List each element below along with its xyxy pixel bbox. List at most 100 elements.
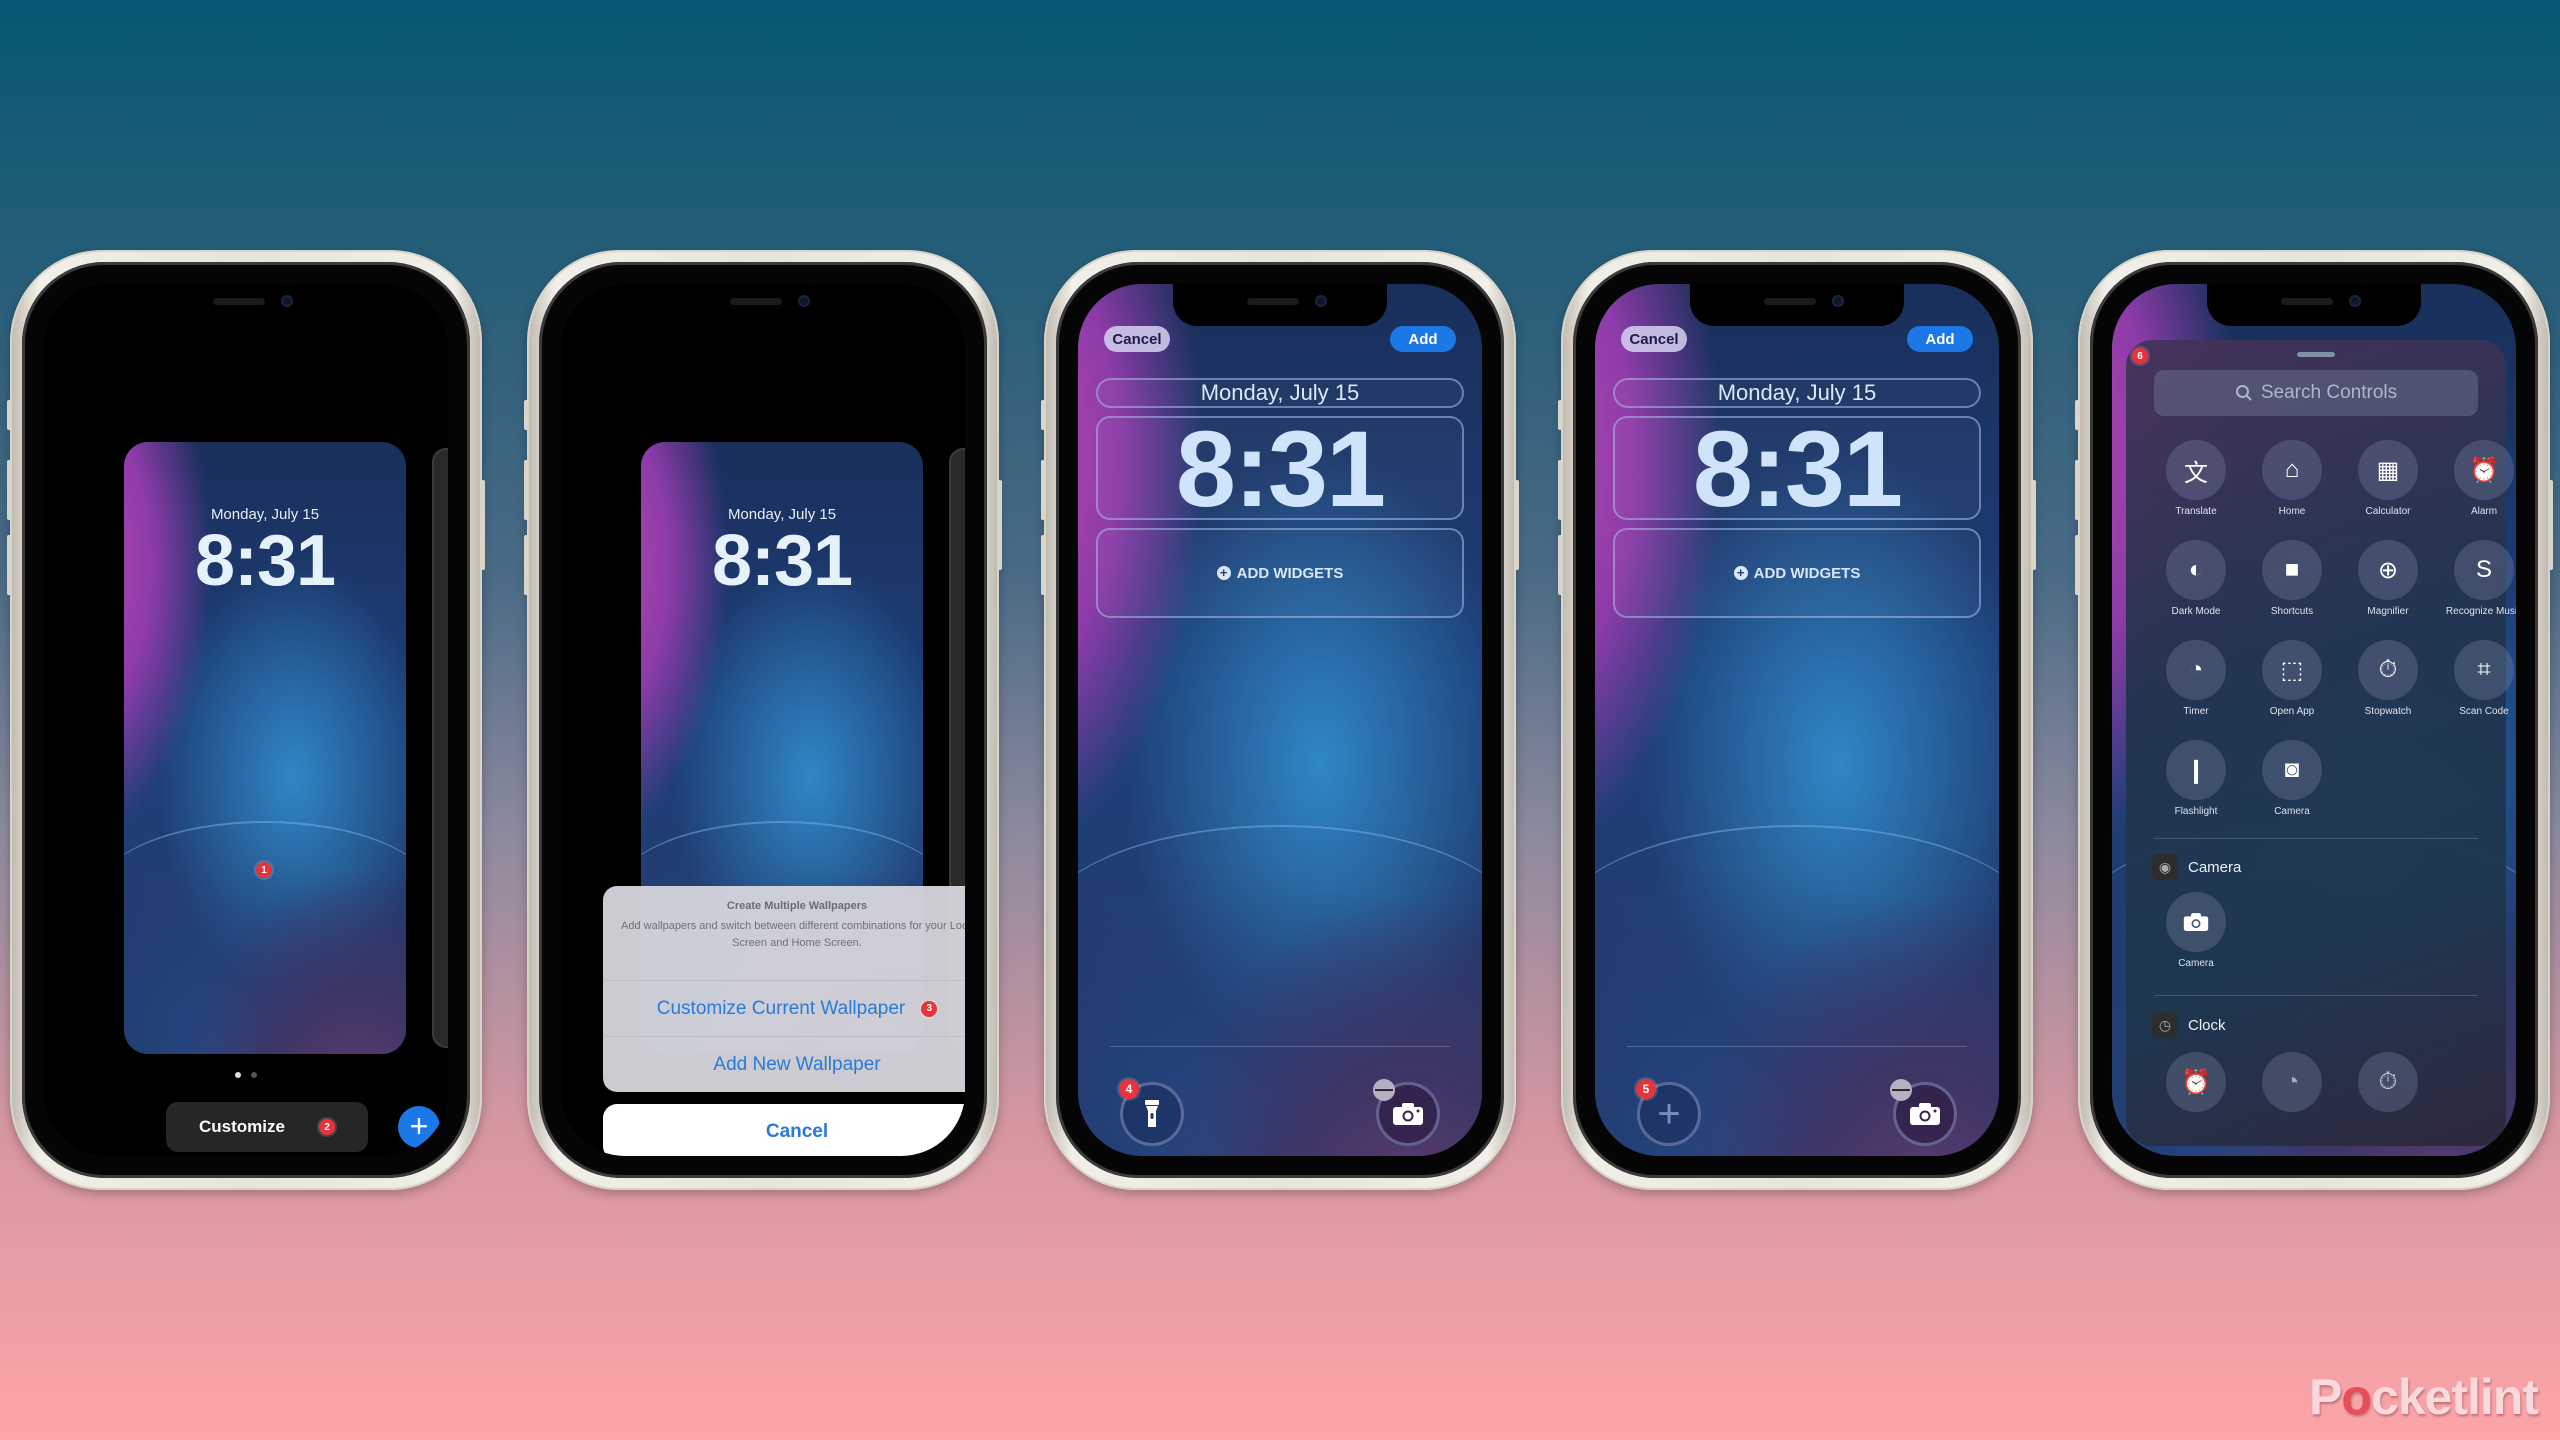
action-sheet: Create Multiple Wallpapers Add wallpaper… bbox=[603, 886, 965, 1092]
side-button bbox=[7, 400, 12, 430]
side-button bbox=[1514, 480, 1519, 570]
lock-date: Monday, July 15 bbox=[1717, 380, 1877, 405]
control-shortcuts[interactable]: ■ Shortcuts bbox=[2244, 540, 2340, 630]
add-control-button[interactable]: 5 + bbox=[1636, 1079, 1701, 1146]
speaker bbox=[730, 298, 782, 305]
cancel-button[interactable]: Cancel bbox=[1621, 326, 1687, 352]
control-camera[interactable]: ◙ Camera bbox=[2244, 740, 2340, 830]
side-button bbox=[997, 480, 1002, 570]
dark-mode-icon: ◐ bbox=[2166, 540, 2226, 600]
control-calculator[interactable]: ▦ Calculator bbox=[2340, 440, 2436, 530]
lock-time: 8:31 bbox=[711, 521, 853, 601]
wallpaper-card[interactable]: Monday, July 15 8:31 1 bbox=[124, 442, 406, 1054]
next-wallpaper-card[interactable] bbox=[432, 448, 448, 1048]
lock-time: 8:31 bbox=[1175, 407, 1386, 529]
notch bbox=[2207, 284, 2421, 326]
control-label: Dark Mode bbox=[2171, 606, 2221, 617]
side-button bbox=[1041, 460, 1046, 520]
remove-control-button[interactable]: — bbox=[1890, 1079, 1912, 1101]
notch bbox=[1173, 284, 1387, 326]
control-label: Translate bbox=[2175, 506, 2217, 517]
customize-current-wallpaper-button[interactable]: Customize Current Wallpaper 3 bbox=[603, 980, 965, 1036]
screen: Cancel Add Monday, July 15 8:31 + ADD WID… bbox=[1595, 284, 1999, 1156]
flashlight-control[interactable]: 4 bbox=[1119, 1079, 1184, 1146]
side-button bbox=[2075, 535, 2080, 595]
add-new-label: Add New Wallpaper bbox=[713, 1053, 881, 1075]
side-button bbox=[1041, 400, 1046, 430]
page-dot[interactable] bbox=[235, 1072, 241, 1078]
speaker bbox=[1764, 298, 1816, 305]
control-alarm[interactable]: ⏰ bbox=[2148, 1052, 2244, 1112]
video-icon: ■ bbox=[2262, 540, 2322, 600]
front-camera bbox=[2349, 295, 2361, 307]
cancel-button[interactable]: Cancel bbox=[1104, 326, 1170, 352]
date-widget-slot[interactable]: Monday, July 15 bbox=[1613, 378, 1981, 408]
side-button bbox=[524, 460, 529, 520]
phone-2-action-sheet: Monday, July 15 8:31 Create Multiple Wal… bbox=[524, 250, 1002, 1190]
add-widgets-label: ADD WIDGETS bbox=[1236, 564, 1344, 582]
step-badge: 3 bbox=[921, 1000, 938, 1017]
notch bbox=[1690, 284, 1904, 326]
add-widgets-slot[interactable]: + ADD WIDGETS bbox=[1613, 528, 1981, 618]
control-label: Home bbox=[2278, 506, 2306, 517]
step-badge: 4 bbox=[1119, 1079, 1139, 1099]
search-icon bbox=[2235, 385, 2252, 401]
control-timer[interactable]: ◔ Timer bbox=[2148, 640, 2244, 730]
control-translate[interactable]: 文 Translate bbox=[2148, 440, 2244, 530]
customize-current-label: Customize Current Wallpaper bbox=[656, 997, 906, 1019]
add-button[interactable]: Add bbox=[1390, 326, 1456, 352]
side-button bbox=[480, 480, 485, 570]
control-stopwatch[interactable]: ⏱ bbox=[2340, 1052, 2436, 1112]
control-label: Recognize Music bbox=[2445, 606, 2516, 617]
divider bbox=[1627, 1046, 1967, 1047]
side-button bbox=[2075, 460, 2080, 520]
sheet-cancel-button[interactable]: Cancel bbox=[603, 1104, 965, 1156]
control-open-app[interactable]: ⬚ Open App bbox=[2244, 640, 2340, 730]
side-button bbox=[524, 535, 529, 595]
sheet-grabber[interactable] bbox=[2297, 352, 2335, 357]
control-stopwatch[interactable]: ⏱ Stopwatch bbox=[2340, 640, 2436, 730]
add-widgets-slot[interactable]: + ADD WIDGETS bbox=[1096, 528, 1464, 618]
lock-time: 8:31 bbox=[1692, 407, 1903, 529]
side-button bbox=[524, 400, 529, 430]
control-alarm[interactable]: ⏰ Alarm bbox=[2436, 440, 2516, 530]
control-scan-code[interactable]: ⌗ Scan Code bbox=[2436, 640, 2516, 730]
side-button bbox=[7, 460, 12, 520]
control-magnifier[interactable]: ⊕ Magnifier bbox=[2340, 540, 2436, 630]
pocketlint-watermark: Pocketlint bbox=[2309, 1368, 2539, 1426]
control-label: Shortcuts bbox=[2270, 606, 2314, 617]
section-title: Camera bbox=[2188, 858, 2242, 876]
camera-control[interactable]: — bbox=[1890, 1079, 1957, 1146]
control-recognize-music[interactable]: S Recognize Music bbox=[2436, 540, 2516, 630]
clock-slot[interactable]: 8:31 bbox=[1613, 408, 1981, 529]
control-home[interactable]: ⌂ Home bbox=[2244, 440, 2340, 530]
add-wallpaper-button[interactable]: + bbox=[398, 1106, 440, 1148]
add-new-wallpaper-button[interactable]: Add New Wallpaper bbox=[603, 1036, 965, 1092]
camera-control[interactable]: — bbox=[1373, 1079, 1440, 1146]
page-dot[interactable] bbox=[251, 1072, 257, 1078]
customize-button[interactable]: Customize 2 bbox=[166, 1102, 368, 1152]
add-widgets-label: ADD WIDGETS bbox=[1753, 564, 1861, 582]
bezel: Monday, July 15 8:31 1 Customize 2 + bbox=[22, 262, 470, 1178]
phone-4-lock-screen-editor: Cancel Add Monday, July 15 8:31 + ADD WID… bbox=[1558, 250, 2036, 1190]
timer-icon: ◔ bbox=[2262, 1052, 2322, 1112]
stopwatch-icon: ⏱ bbox=[2358, 1052, 2418, 1112]
control-dark-mode[interactable]: ◐ Dark Mode bbox=[2148, 540, 2244, 630]
remove-control-button[interactable]: — bbox=[1373, 1079, 1395, 1101]
control-camera[interactable]: Camera bbox=[2148, 892, 2244, 982]
search-controls-input[interactable]: Search Controls bbox=[2154, 370, 2478, 416]
flashlight-icon: ❙ bbox=[2166, 740, 2226, 800]
camera-app-icon: ◉ bbox=[2152, 854, 2178, 880]
clock-slot[interactable]: 8:31 bbox=[1096, 408, 1464, 529]
controls-grid: 文 Translate ⌂ Home ▦ Calculator ⏰ Alarm ◐ Dark Mo… bbox=[2148, 440, 2516, 830]
control-label: Camera bbox=[2274, 806, 2310, 817]
control-flashlight[interactable]: ❙ Flashlight bbox=[2148, 740, 2244, 830]
date-widget-slot[interactable]: Monday, July 15 bbox=[1096, 378, 1464, 408]
divider bbox=[2154, 838, 2478, 839]
control-timer[interactable]: ◔ bbox=[2244, 1052, 2340, 1112]
add-button[interactable]: Add bbox=[1907, 326, 1973, 352]
alarm-icon: ⏰ bbox=[2166, 1052, 2226, 1112]
side-button bbox=[7, 535, 12, 595]
front-camera bbox=[798, 295, 810, 307]
screen: Monday, July 15 8:31 Create Multiple Wal… bbox=[561, 284, 965, 1156]
